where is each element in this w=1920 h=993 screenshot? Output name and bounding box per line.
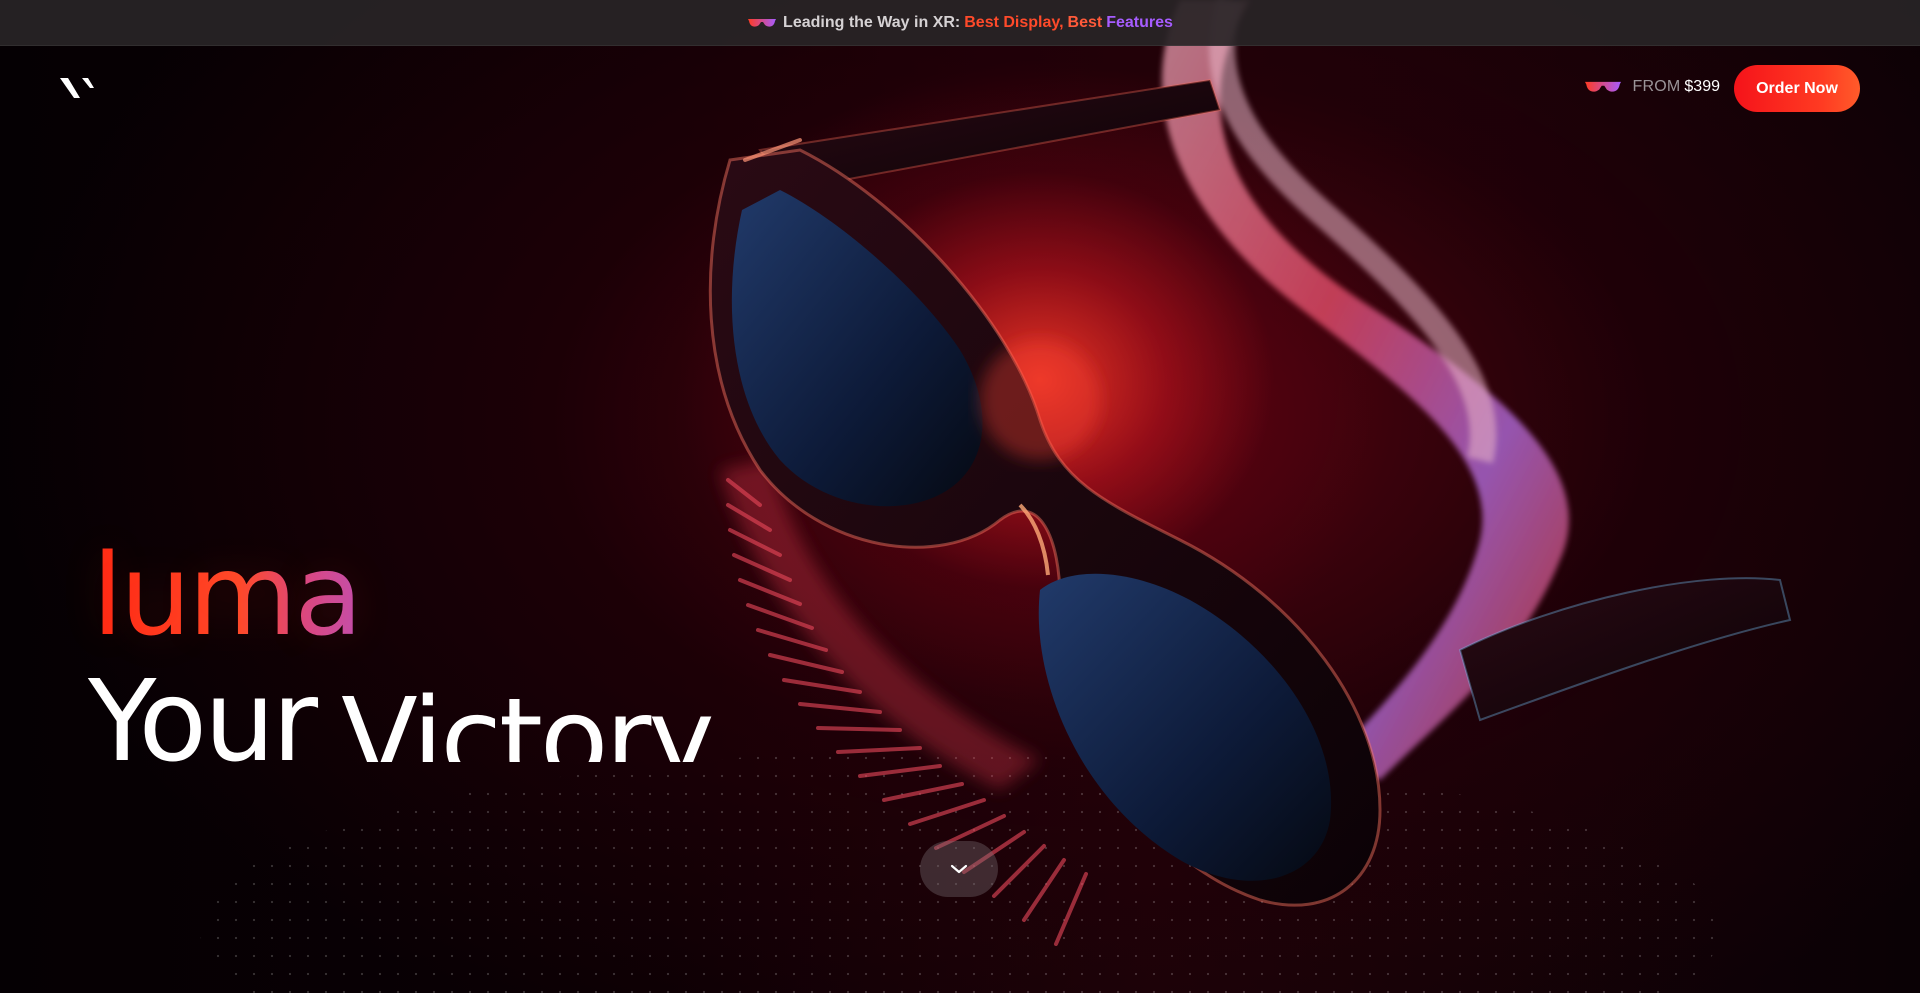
scroll-down-button[interactable]	[920, 841, 998, 897]
announcement-bar[interactable]: Leading the Way in XR: Best Display, Bes…	[0, 0, 1920, 46]
announcement-highlight-features: Features	[1106, 13, 1173, 31]
price-value: $399	[1684, 78, 1720, 95]
announcement-highlight-display: Best Display,	[964, 13, 1064, 31]
announcement-text: Leading the Way in XR:	[783, 13, 961, 31]
order-now-button[interactable]: Order Now	[1734, 65, 1860, 112]
price-prefix: FROM	[1632, 78, 1681, 95]
chevron-down-icon	[950, 864, 968, 874]
hero-brand-word: luma	[92, 531, 363, 661]
announcement-highlight-best: Best	[1067, 13, 1103, 31]
hero-tagline-word-1: Your	[88, 660, 318, 762]
xr-glasses-icon	[748, 18, 777, 27]
brand-logo[interactable]	[60, 76, 96, 100]
hero-page: Leading the Way in XR: Best Display, Bes…	[0, 0, 1920, 993]
price-display: FROM $399	[1583, 78, 1720, 96]
xr-glasses-icon	[1584, 81, 1621, 92]
hero-tagline: Your Victory	[88, 660, 788, 762]
hero-tagline-word-2: Victory	[341, 675, 715, 762]
